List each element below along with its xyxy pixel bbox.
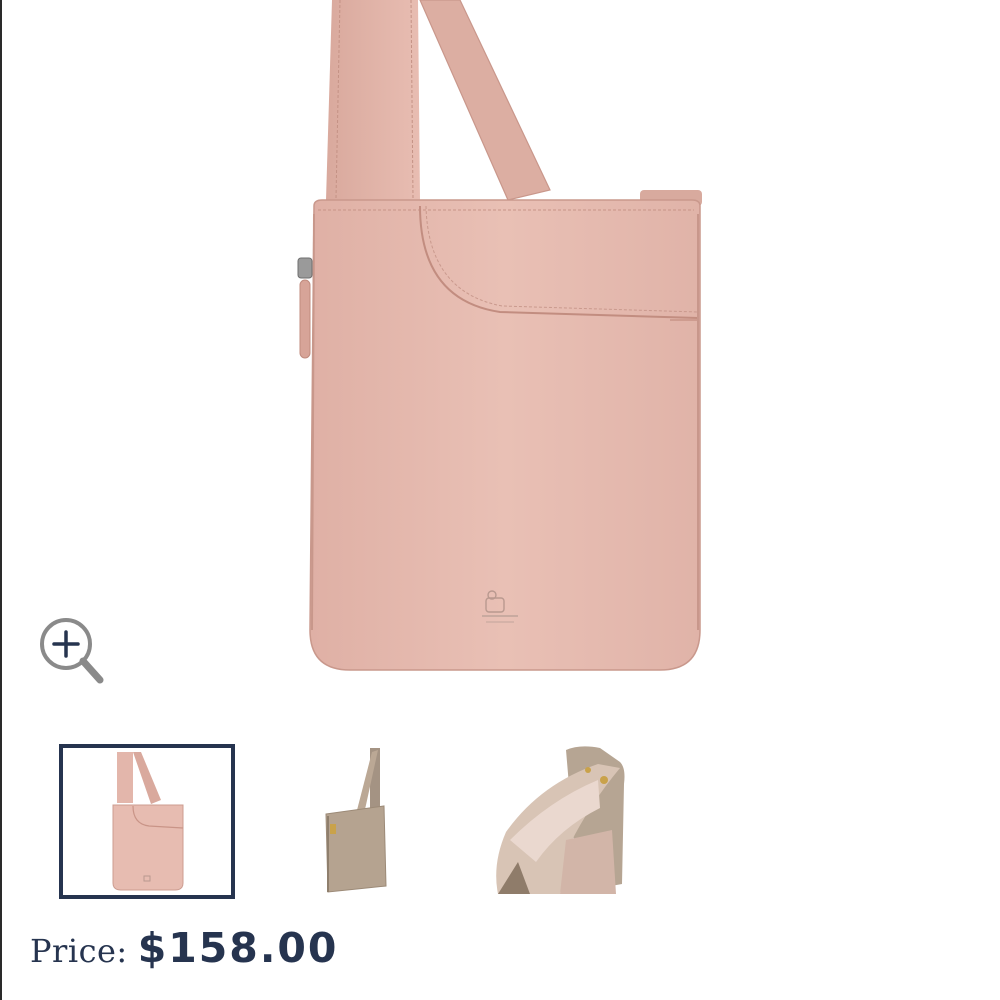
handbag-front-icon <box>112 752 184 891</box>
thumbnail-interior[interactable] <box>470 744 646 899</box>
zoom-in-icon <box>40 618 104 684</box>
thumbnail-front[interactable] <box>59 744 235 899</box>
price-row: Price: $158.00 <box>30 924 338 984</box>
main-product-image[interactable] <box>270 0 730 690</box>
zoom-button[interactable] <box>36 614 108 690</box>
thumbnail-side[interactable] <box>282 744 458 899</box>
price-label: Price: <box>30 932 128 970</box>
price-value: $158.00 <box>137 924 339 972</box>
handbag-side-icon <box>325 748 387 893</box>
handbag-icon <box>297 0 702 671</box>
handbag-interior-icon <box>496 746 625 894</box>
left-edge-divider <box>0 0 2 1000</box>
